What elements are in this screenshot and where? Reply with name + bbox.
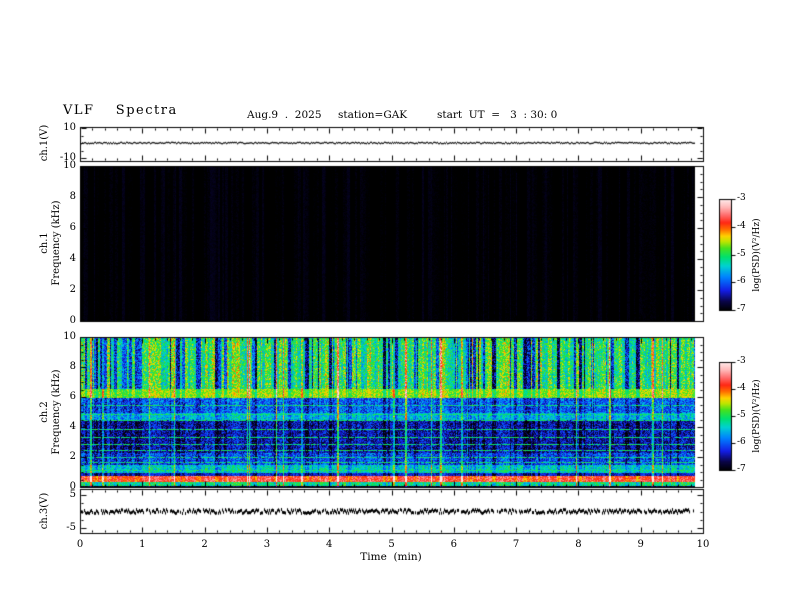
tick-label: -7: [737, 464, 746, 474]
tick-label: -5: [737, 410, 746, 420]
ch2-axis-line1: ch.2: [39, 369, 51, 454]
tick-label: 0: [77, 539, 83, 550]
colorbar2-label: log(PSD)(V²/Hz): [752, 379, 762, 452]
colorbar1-label: log(PSD)(V²/Hz): [752, 218, 762, 291]
start-ut-label: start UT = 3 : 30: 0: [437, 109, 557, 121]
tick-label: 8: [70, 191, 76, 202]
tick-label: 5: [70, 489, 76, 500]
tick-label: 3: [264, 539, 270, 550]
tick-label: 8: [575, 539, 581, 550]
tick-label: 0: [70, 315, 76, 326]
tick-label: 6: [70, 391, 76, 402]
date-label: Aug.9 . 2025: [247, 109, 322, 121]
tick-label: -3: [737, 193, 746, 203]
tick-label: 7: [513, 539, 519, 550]
tick-label: -6: [737, 437, 746, 447]
tick-label: -4: [737, 221, 746, 231]
tick-label: -7: [737, 304, 746, 314]
ch1-axis-line2: Frequency (kHz): [51, 200, 63, 285]
tick-label: 2: [201, 539, 207, 550]
tick-label: -4: [737, 383, 746, 393]
tick-label: 4: [70, 421, 76, 432]
ch1-frequency-axis-label: ch.1 Frequency (kHz): [39, 200, 63, 285]
vlf-spectra-page: VLF Spectra Aug.9 . 2025 station=GAK sta…: [0, 0, 792, 612]
tick-label: -5: [737, 249, 746, 259]
ch2-axis-line2: Frequency (kHz): [51, 369, 63, 454]
ch3-voltage-axis-label: ch.3(V): [39, 493, 51, 530]
tick-label: 6: [70, 222, 76, 233]
tick-label: 4: [326, 539, 332, 550]
tick-label: 10: [63, 122, 76, 133]
tick-label: 10: [697, 539, 710, 550]
page-title: VLF Spectra: [63, 103, 178, 118]
tick-label: -3: [737, 356, 746, 366]
tick-label: 5: [388, 539, 394, 550]
tick-label: 4: [70, 253, 76, 264]
tick-label: 8: [70, 361, 76, 372]
tick-label: 1: [139, 539, 145, 550]
tick-label: 2: [70, 284, 76, 295]
ch1-voltage-axis-label: ch.1(V): [39, 125, 51, 162]
tick-label: -5: [66, 522, 76, 533]
station-label: station=GAK: [338, 109, 407, 121]
tick-label: 2: [70, 451, 76, 462]
tick-label: 6: [451, 539, 457, 550]
ch1-axis-line1: ch.1: [39, 200, 51, 285]
tick-label: 10: [63, 331, 76, 342]
ch2-frequency-axis-label: ch.2 Frequency (kHz): [39, 369, 63, 454]
vlf-spectra-plot-canvas: [0, 0, 792, 612]
tick-label: 10: [63, 160, 76, 171]
tick-label: 9: [638, 539, 644, 550]
tick-label: -6: [737, 276, 746, 286]
time-axis-label: Time (min): [360, 551, 421, 563]
